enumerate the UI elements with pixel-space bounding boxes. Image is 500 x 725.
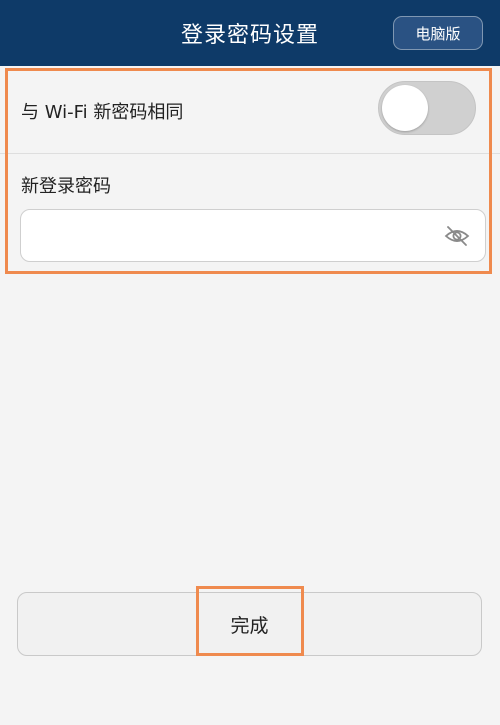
same-as-wifi-toggle[interactable] — [378, 81, 476, 135]
done-button[interactable]: 完成 — [17, 592, 482, 656]
eye-hidden-icon[interactable] — [443, 222, 471, 250]
same-as-wifi-label: 与 Wi-Fi 新密码相同 — [21, 102, 184, 123]
new-password-label: 新登录密码 — [21, 176, 111, 197]
new-password-field — [20, 209, 486, 263]
same-as-wifi-row: 与 Wi-Fi 新密码相同 — [0, 68, 500, 154]
desktop-version-button[interactable]: 电脑版 — [393, 16, 483, 50]
new-password-input[interactable] — [33, 210, 447, 263]
toggle-knob — [382, 85, 428, 131]
app-header: 登录密码设置 电脑版 — [0, 0, 500, 66]
page-title: 登录密码设置 — [180, 23, 319, 48]
